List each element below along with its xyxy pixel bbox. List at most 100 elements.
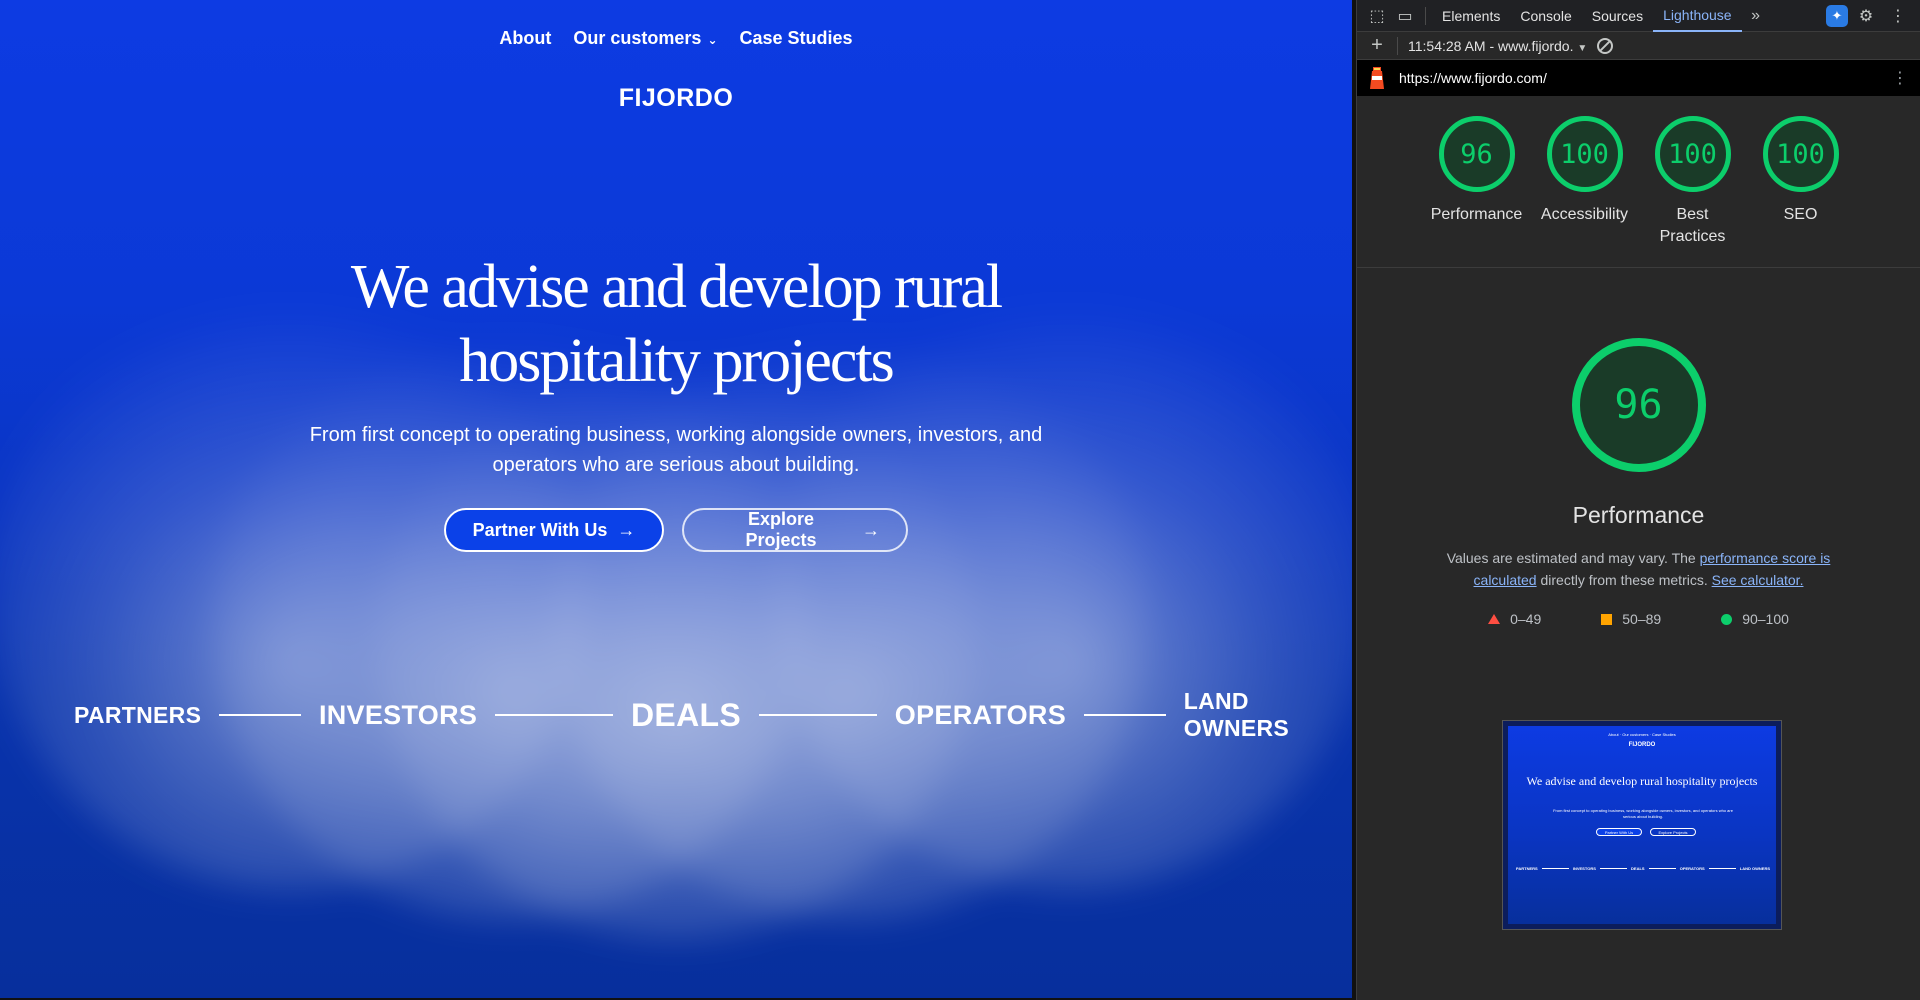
ribbon-word-land-owners: LAND OWNERS <box>1183 688 1290 741</box>
clear-all-icon[interactable] <box>1597 37 1614 54</box>
ribbon-divider <box>495 714 614 716</box>
report-url-bar: https://www.fijordo.com/ ⋮ <box>1357 60 1920 96</box>
tab-lighthouse[interactable]: Lighthouse <box>1653 0 1742 32</box>
ribbon-word-deals: DEALS <box>631 696 741 733</box>
score-performance[interactable]: 96 Performance <box>1431 116 1523 267</box>
hero-subtitle: From first concept to operating business… <box>309 424 1043 476</box>
more-tabs-icon[interactable]: » <box>1742 0 1770 32</box>
score-best-practices[interactable]: 100 Best Practices <box>1647 116 1739 267</box>
score-gauge: 100 <box>1762 116 1839 192</box>
category-scores: 96 Performance 100 Accessibility 100 Bes… <box>1357 96 1920 268</box>
lighthouse-logo-icon <box>1370 67 1384 89</box>
score-gauge: 100 <box>1546 116 1623 192</box>
score-label: Best Practices <box>1659 206 1726 245</box>
legend-pass: 90–100 <box>1721 611 1789 627</box>
legend-fail: 0–49 <box>1488 611 1541 627</box>
tab-console[interactable]: Console <box>1510 0 1581 32</box>
ai-assistant-icon[interactable]: ✦ <box>1826 4 1848 27</box>
thumb-subtitle: From first concept to operating business… <box>1553 808 1733 819</box>
final-screenshot-thumbnail[interactable]: About · Our customers · Case Studies FIJ… <box>1502 720 1782 930</box>
thumb-ribbon-word: LAND OWNERS <box>1739 866 1771 871</box>
thumb-ribbon-word: OPERATORS <box>1679 866 1705 871</box>
gear-icon[interactable]: ⚙ <box>1852 0 1880 32</box>
kebab-menu-icon[interactable]: ⋮ <box>1892 68 1908 88</box>
site-nav: About Our customers ⌄ Case Studies <box>0 28 1352 49</box>
devtools-panel: ⬚ ▭ Elements Console Sources Lighthouse … <box>1356 0 1920 1000</box>
note-text: directly from these metrics. <box>1540 572 1708 588</box>
ribbon-word-investors: INVESTORS <box>318 699 478 730</box>
score-gauge: 100 <box>1654 116 1731 192</box>
performance-section: 96 Performance Values are estimated and … <box>1357 268 1920 627</box>
tabbar-actions: ✦ ⚙ ⋮ <box>1826 0 1920 32</box>
ribbon-divider <box>219 714 301 716</box>
thumb-ribbon-divider <box>1708 868 1736 869</box>
see-calculator-link[interactable]: See calculator. <box>1712 572 1804 588</box>
thumb-ribbon-word: PARTNERS <box>1516 866 1538 871</box>
inspect-element-icon[interactable]: ⬚ <box>1363 0 1391 32</box>
thumb-nav: About · Our customers · Case Studies <box>1608 732 1676 737</box>
hero-headline-line-2: hospitality projects <box>459 327 895 395</box>
square-icon <box>1601 613 1613 625</box>
report-selector-label: 11:54:28 AM - www.fijordo. <box>1408 37 1574 54</box>
score-label: SEO <box>1783 206 1818 223</box>
thumb-primary-button: Partner With Us <box>1596 828 1642 836</box>
report-selector[interactable]: 11:54:28 AM - www.fijordo. ▼ <box>1408 38 1587 54</box>
arrow-right-icon: → <box>862 519 880 540</box>
nav-our-customers-label: Our customers <box>573 28 702 48</box>
performance-gauge: 96 <box>1571 338 1706 472</box>
tab-elements[interactable]: Elements <box>1432 0 1510 32</box>
ribbon-word-operators: OPERATORS <box>894 699 1067 730</box>
legend-average: 50–89 <box>1601 611 1661 627</box>
hero-headline: We advise and develop rural hospitality … <box>0 250 1352 398</box>
thumb-brand: FIJORDO <box>1628 742 1656 748</box>
kebab-menu-icon[interactable]: ⋮ <box>1884 0 1912 32</box>
toolbar-separator <box>1397 36 1398 55</box>
thumbnail-image: About · Our customers · Case Studies FIJ… <box>1508 726 1776 924</box>
website-viewport: About Our customers ⌄ Case Studies FIJOR… <box>0 0 1352 998</box>
performance-title: Performance <box>1572 502 1705 528</box>
lighthouse-toolbar: + 11:54:28 AM - www.fijordo. ▼ <box>1357 32 1920 60</box>
nav-case-studies-link[interactable]: Case Studies <box>740 28 853 49</box>
thumb-ribbon-word: INVESTORS <box>1572 866 1596 871</box>
thumb-ribbon-divider <box>1541 868 1569 869</box>
arrow-right-icon: → <box>617 519 636 540</box>
hero-headline-line-1: We advise and develop rural <box>350 253 1003 321</box>
thumb-headline: We advise and develop rural hospitality … <box>1526 774 1758 788</box>
explore-projects-label: Explore Projects <box>745 509 817 550</box>
circle-icon <box>1721 613 1733 625</box>
site-logo[interactable]: FIJORDO <box>0 84 1352 113</box>
ribbon-word-partners: PARTNERS <box>74 701 202 728</box>
performance-note: Values are estimated and may vary. The p… <box>1429 547 1849 591</box>
thumb-secondary-button: Explore Projects <box>1650 828 1696 836</box>
explore-projects-button[interactable]: Explore Projects → <box>682 508 908 552</box>
chevron-down-icon: ⌄ <box>707 32 718 47</box>
score-accessibility[interactable]: 100 Accessibility <box>1539 116 1631 267</box>
triangle-icon <box>1488 614 1501 624</box>
score-legend: 0–49 50–89 90–100 <box>1357 611 1920 627</box>
hero-cta-group: Partner With Us → Explore Projects → <box>0 508 1352 552</box>
report-url: https://www.fijordo.com/ <box>1399 70 1547 86</box>
partner-with-us-button[interactable]: Partner With Us → <box>444 508 664 552</box>
caret-down-icon: ▼ <box>1577 42 1588 54</box>
devtools-tabbar: ⬚ ▭ Elements Console Sources Lighthouse … <box>1357 0 1920 32</box>
score-seo[interactable]: 100 SEO <box>1755 116 1847 267</box>
hero-section: We advise and develop rural hospitality … <box>0 250 1352 552</box>
new-report-icon[interactable]: + <box>1367 34 1387 57</box>
legend-average-range: 50–89 <box>1622 611 1662 627</box>
stakeholder-ribbon: PARTNERS INVESTORS DEALS OPERATORS LAND … <box>0 688 1352 742</box>
legend-pass-range: 90–100 <box>1742 611 1789 627</box>
nav-our-customers-dropdown[interactable]: Our customers ⌄ <box>573 28 717 49</box>
device-toolbar-icon[interactable]: ▭ <box>1391 0 1419 32</box>
ribbon-divider <box>758 714 877 716</box>
thumb-ribbon: PARTNERS INVESTORS DEALS OPERATORS LAND … <box>1516 866 1770 871</box>
partner-with-us-label: Partner With Us <box>472 519 608 540</box>
thumb-ribbon-word: DEALS <box>1631 866 1645 871</box>
tabbar-separator <box>1425 6 1426 25</box>
score-label: Accessibility <box>1540 206 1629 223</box>
ribbon-divider <box>1084 714 1166 716</box>
nav-about-link[interactable]: About <box>499 28 551 49</box>
thumb-ribbon-divider <box>1648 868 1676 869</box>
score-label: Performance <box>1430 206 1523 223</box>
tab-sources[interactable]: Sources <box>1582 0 1653 32</box>
note-text: Values are estimated and may vary. The <box>1446 550 1696 566</box>
